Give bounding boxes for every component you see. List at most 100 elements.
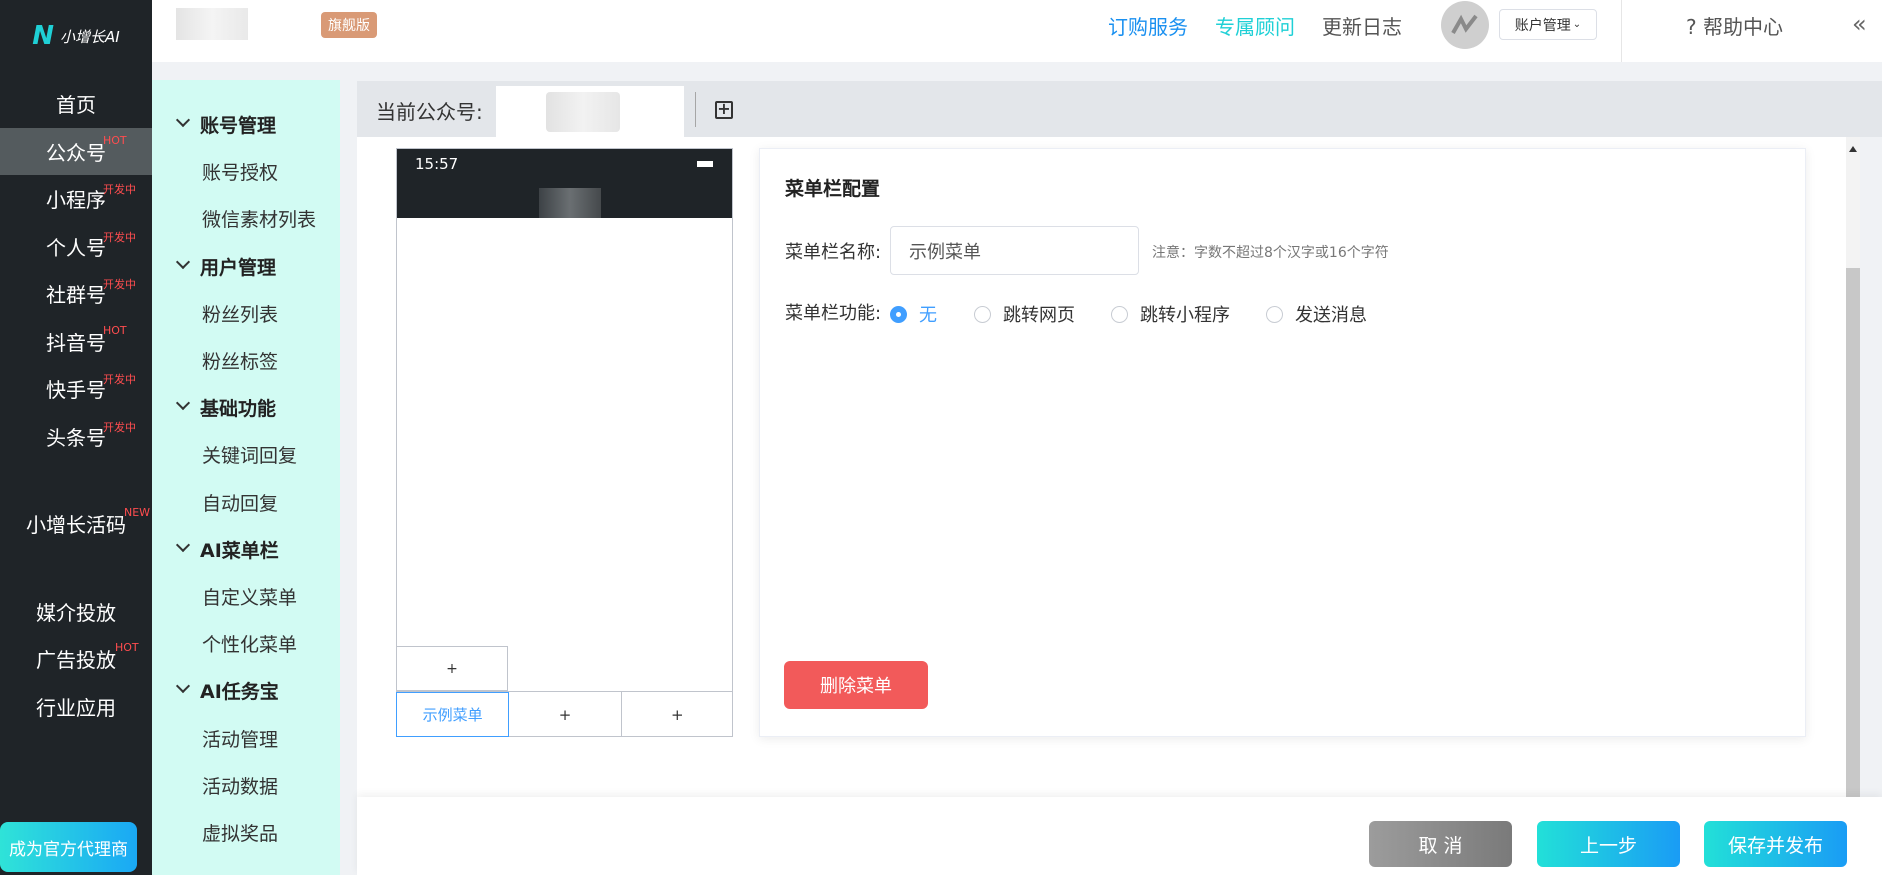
- sidebar-item-label: 小增长活码: [26, 513, 126, 538]
- submenu-item-activity-data[interactable]: 活动数据: [152, 762, 340, 809]
- menu-group-ai-menu[interactable]: AI菜单栏: [152, 526, 340, 573]
- menu-group-title: 账号管理: [200, 115, 277, 137]
- add-menu-button[interactable]: +: [622, 692, 733, 737]
- submenu-item-fans-tags[interactable]: 粉丝标签: [152, 337, 340, 384]
- account-avatar-blurred: [546, 92, 620, 132]
- submenu-item-virtual-prizes[interactable]: 虚拟奖品: [152, 809, 340, 856]
- hot-tag: HOT: [103, 133, 127, 147]
- scrollbar-thumb[interactable]: [1846, 268, 1860, 797]
- sidebar-item-personal[interactable]: 个人号 开发中: [0, 223, 152, 271]
- phone-menu-bar: 示例菜单 + +: [396, 691, 733, 737]
- chevron-down-icon: [175, 112, 191, 128]
- phone-title-blurred: [539, 188, 601, 218]
- sidebar-item-toutiao[interactable]: 头条号 开发中: [0, 413, 152, 461]
- radio-label: 跳转小程序: [1140, 305, 1230, 326]
- secondary-menu: 账号管理 账号授权 微信素材列表 用户管理 粉丝列表 粉丝标签 基础功能 关键词…: [152, 80, 340, 875]
- menu-group-title: AI菜单栏: [200, 539, 279, 562]
- add-account-icon[interactable]: +: [715, 101, 733, 119]
- account-name-blurred: [176, 8, 248, 40]
- battery-icon: [697, 161, 713, 167]
- sidebar-item-official-account[interactable]: 公众号 HOT: [0, 127, 152, 175]
- current-account-tab[interactable]: [496, 86, 684, 137]
- config-title: 菜单栏配置: [785, 178, 881, 200]
- advisor-link[interactable]: 专属顾问: [1215, 11, 1295, 40]
- main-sidebar: N 小增长AI 首页 公众号 HOT 小程序 开发中 个人号 开发中 社群号 开…: [0, 0, 152, 875]
- subscribe-link[interactable]: 订购服务: [1108, 11, 1188, 40]
- scroll-up-icon[interactable]: [1849, 146, 1857, 152]
- sidebar-item-kuaishou[interactable]: 快手号 开发中: [0, 365, 152, 413]
- radio-mini-program[interactable]: 跳转小程序: [1111, 301, 1230, 327]
- cancel-button[interactable]: 取 消: [1369, 821, 1512, 867]
- submenu-item-fans-list[interactable]: 粉丝列表: [152, 290, 340, 337]
- add-submenu-button[interactable]: +: [396, 646, 508, 691]
- radio-web-page[interactable]: 跳转网页: [974, 301, 1075, 327]
- avatar-logo-icon: [1451, 14, 1478, 34]
- collapse-icon[interactable]: «: [1852, 10, 1867, 38]
- radio-none[interactable]: 无: [890, 301, 937, 327]
- submenu-item-account-auth[interactable]: 账号授权: [152, 148, 340, 195]
- phone-menu-item[interactable]: 示例菜单: [396, 692, 510, 737]
- account-management-dropdown[interactable]: 账户管理 ⌄: [1499, 9, 1597, 40]
- menu-name-note: 注意：字数不超过8个汉字或16个字符: [1152, 245, 1389, 261]
- sidebar-item-community[interactable]: 社群号 开发中: [0, 270, 152, 318]
- sidebar-item-live-code[interactable]: 小增长活码 NEW: [0, 500, 152, 548]
- sidebar-item-ads[interactable]: 广告投放 HOT: [0, 635, 152, 683]
- account-management-label: 账户管理: [1514, 17, 1571, 34]
- save-publish-button[interactable]: 保存并发布: [1704, 821, 1847, 867]
- phone-preview: 15:57 + 示例菜单 + +: [396, 148, 733, 737]
- menu-config-card: 菜单栏配置 菜单栏名称: 注意：字数不超过8个汉字或16个字符 菜单栏功能: 无…: [759, 148, 1806, 737]
- radio-icon: [1266, 305, 1283, 323]
- submenu-item-auto-reply[interactable]: 自动回复: [152, 478, 340, 525]
- radio-checked-icon: [890, 305, 907, 323]
- changelog-link[interactable]: 更新日志: [1322, 11, 1402, 40]
- chevron-down-icon: ⌄: [1572, 19, 1582, 30]
- sidebar-item-label: 个人号: [46, 235, 106, 260]
- submenu-item-materials[interactable]: 微信素材列表: [152, 195, 340, 242]
- sidebar-item-label: 首页: [56, 93, 96, 118]
- menu-name-input[interactable]: [890, 226, 1139, 275]
- sidebar-item-home[interactable]: 首页: [0, 80, 152, 128]
- menu-group-users[interactable]: 用户管理: [152, 243, 340, 290]
- submenu-item-activity-mgmt[interactable]: 活动管理: [152, 714, 340, 761]
- radio-icon: [1111, 305, 1128, 323]
- sidebar-item-industry[interactable]: 行业应用: [0, 683, 152, 731]
- top-header: 旗舰版 订购服务 专属顾问 更新日志 账户管理 ⌄ ? 帮助中心 «: [152, 0, 1882, 62]
- brand-logo[interactable]: N 小增长AI: [0, 0, 152, 72]
- sidebar-item-label: 头条号: [46, 425, 106, 450]
- menu-group-account[interactable]: 账号管理: [152, 101, 340, 148]
- chevron-down-icon: [175, 537, 191, 552]
- phone-status-bar: 15:57: [397, 149, 732, 218]
- edition-badge: 旗舰版: [321, 12, 377, 38]
- tab-divider: [695, 92, 696, 127]
- menu-group-title: 用户管理: [200, 256, 277, 279]
- radio-icon: [974, 305, 991, 323]
- delete-menu-button[interactable]: 删除菜单: [784, 661, 928, 709]
- menu-name-label: 菜单栏名称:: [785, 242, 882, 263]
- sidebar-item-media[interactable]: 媒介投放: [0, 588, 152, 636]
- submenu-spacer: [152, 80, 340, 101]
- dev-tag: 开发中: [103, 183, 136, 196]
- action-footer: 取 消 上一步 保存并发布: [357, 797, 1882, 875]
- avatar[interactable]: [1441, 1, 1489, 49]
- become-agent-button[interactable]: 成为官方代理商: [0, 822, 137, 872]
- help-center-link[interactable]: ? 帮助中心: [1686, 11, 1783, 40]
- radio-send-message[interactable]: 发送消息: [1266, 301, 1367, 327]
- submenu-item-keyword-reply[interactable]: 关键词回复: [152, 431, 340, 478]
- menu-group-ai-task[interactable]: AI任务宝: [152, 667, 340, 714]
- previous-step-button[interactable]: 上一步: [1537, 821, 1680, 867]
- menu-function-label: 菜单栏功能:: [785, 303, 882, 324]
- add-menu-button[interactable]: +: [509, 692, 622, 737]
- menu-group-basic[interactable]: 基础功能: [152, 384, 340, 431]
- sidebar-item-label: 抖音号: [46, 330, 106, 355]
- dev-tag: 开发中: [103, 420, 136, 434]
- hot-tag: HOT: [103, 323, 127, 337]
- submenu-item-personal-menu[interactable]: 个性化菜单: [152, 620, 340, 667]
- sidebar-item-label: 广告投放: [36, 648, 116, 673]
- submenu-item-custom-menu[interactable]: 自定义菜单: [152, 573, 340, 620]
- chevron-down-icon: [175, 396, 191, 411]
- sidebar-item-douyin[interactable]: 抖音号 HOT: [0, 318, 152, 366]
- sidebar-item-mini-program[interactable]: 小程序 开发中: [0, 175, 152, 223]
- logo-text: 小增长AI: [60, 27, 120, 46]
